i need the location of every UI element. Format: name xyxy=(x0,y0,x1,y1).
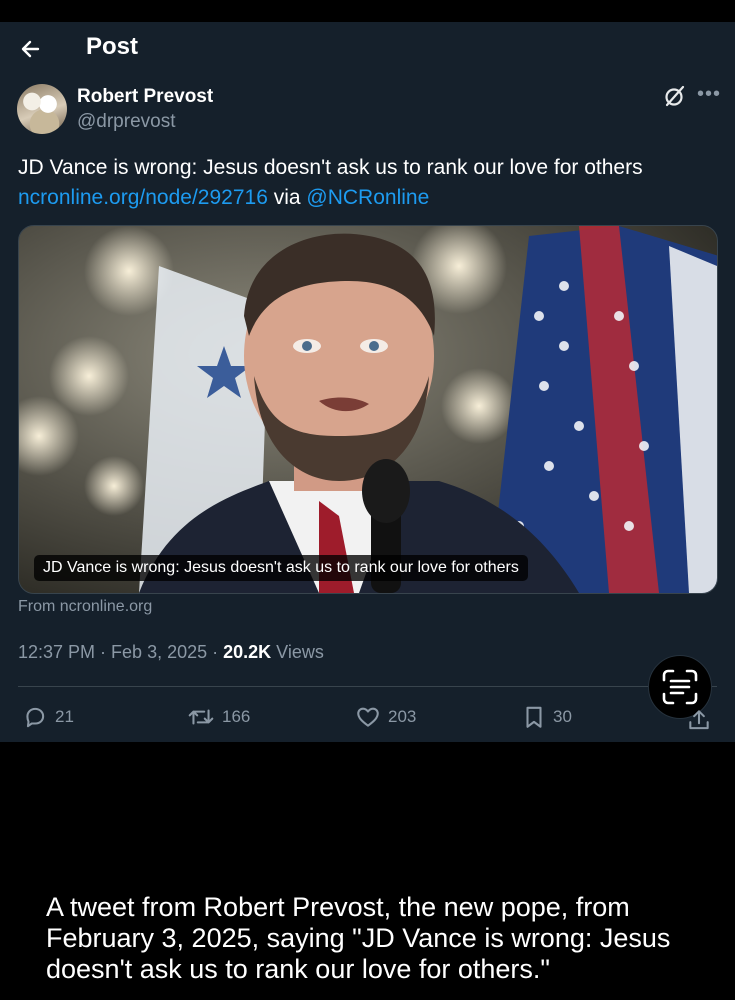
divider xyxy=(18,686,717,687)
page-title: Post xyxy=(86,33,139,60)
share-icon[interactable] xyxy=(686,707,712,733)
tweet-text: JD Vance is wrong: Jesus doesn't ask us … xyxy=(18,153,718,213)
reply-count: 21 xyxy=(55,707,74,726)
mention-link[interactable]: @NCRonline xyxy=(306,186,429,209)
top-bar: Post xyxy=(0,22,735,76)
back-button[interactable] xyxy=(16,34,46,64)
bookmark-icon xyxy=(526,706,542,728)
repost-count: 166 xyxy=(222,707,251,726)
author-handle[interactable]: @drprevost xyxy=(77,111,176,133)
tweet-url-link[interactable]: ncronline.org/node/292716 xyxy=(18,186,268,209)
views-label: Views xyxy=(271,642,324,662)
repost-icon xyxy=(188,709,214,725)
image-description-text: A tweet from Robert Prevost, the new pop… xyxy=(46,892,671,984)
bookmark-count: 30 xyxy=(553,707,572,726)
arrow-left-icon xyxy=(21,40,40,58)
author-display-name[interactable]: Robert Prevost xyxy=(77,86,213,108)
tweet-date: Feb 3, 2025 xyxy=(111,642,208,662)
tweet-time: 12:37 PM xyxy=(18,642,96,662)
tweet-meta: 12:37 PM · Feb 3, 2025 · 20.2K Views xyxy=(18,642,324,663)
meta-separator: · xyxy=(95,642,112,662)
via-text: via xyxy=(267,186,307,209)
meta-separator: · xyxy=(207,642,224,662)
card-source-domain[interactable]: From ncronline.org xyxy=(18,598,152,616)
card-image xyxy=(19,226,717,593)
avatar[interactable] xyxy=(17,84,67,134)
link-card[interactable]: JD Vance is wrong: Jesus doesn't ask us … xyxy=(18,225,718,594)
reply-icon xyxy=(26,707,45,728)
tweet-body: JD Vance is wrong: Jesus doesn't ask us … xyxy=(18,156,643,179)
repost-button[interactable]: 166 xyxy=(187,702,250,732)
tweet-link-line: ncronline.org/node/292716 via @NCRonline xyxy=(18,183,718,213)
grok-icon[interactable] xyxy=(663,84,687,108)
like-count: 203 xyxy=(388,707,417,726)
heart-icon xyxy=(357,707,379,727)
post-screen: Post Robert Prevost @drprevost ••• JD Va… xyxy=(0,22,735,742)
views-count[interactable]: 20.2K xyxy=(223,642,271,662)
reply-button[interactable]: 21 xyxy=(22,702,74,732)
like-button[interactable]: 203 xyxy=(355,702,416,732)
bookmark-button[interactable]: 30 xyxy=(522,702,572,732)
card-caption: JD Vance is wrong: Jesus doesn't ask us … xyxy=(34,555,528,581)
more-options-icon[interactable]: ••• xyxy=(697,83,721,106)
